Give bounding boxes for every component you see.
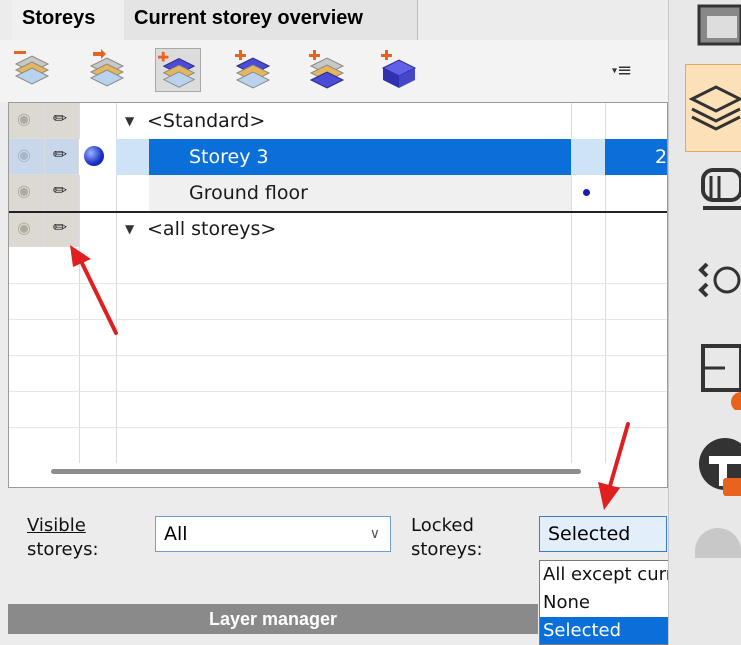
layer-manager-bar[interactable]: Layer manager xyxy=(8,604,538,634)
visible-storeys-value: All xyxy=(164,523,188,545)
selection-icon[interactable] xyxy=(681,250,741,310)
storey-stack-button[interactable] xyxy=(155,48,201,92)
edit-toggle[interactable]: ✏ xyxy=(45,175,79,211)
locked-storeys-select[interactable]: Selected xyxy=(539,516,667,552)
layers-icon[interactable] xyxy=(685,64,741,152)
eye-icon: ◉ xyxy=(17,109,31,128)
pencil-icon: ✏ xyxy=(53,218,68,238)
locked-storeys-value: Selected xyxy=(548,523,631,545)
expand-toggle-icon[interactable]: ▼ xyxy=(125,103,134,139)
annotation-arrow xyxy=(70,245,118,335)
edit-toggle[interactable]: ✏ xyxy=(45,103,79,139)
group-row-all-storeys[interactable]: ◉ ✏ ▼ <all storeys> xyxy=(9,211,667,249)
edit-toggle[interactable]: ✏ xyxy=(45,139,79,175)
add-block-storey-icon xyxy=(381,50,417,88)
remove-storey-icon xyxy=(14,51,50,85)
eye-icon: ◉ xyxy=(17,145,31,164)
tab-storeys[interactable]: Storeys xyxy=(12,0,124,40)
visibility-toggle[interactable]: ◉ xyxy=(9,213,45,247)
storey-stack-icon xyxy=(157,51,196,88)
pencil-icon: ✏ xyxy=(53,109,68,129)
storey-number: 2 xyxy=(655,146,668,168)
storey-name: Ground floor xyxy=(189,182,308,204)
railing-icon[interactable] xyxy=(681,160,741,220)
visible-storeys-label: Visible storeys: xyxy=(27,515,99,560)
add-block-storey-button[interactable] xyxy=(375,48,421,92)
add-storey-below-button[interactable] xyxy=(229,48,275,92)
eye-icon: ◉ xyxy=(17,181,31,200)
menu-icon[interactable]: ▾≡ xyxy=(612,60,632,81)
right-tool-panel xyxy=(668,0,741,645)
locked-storeys-label: Locked storeys: xyxy=(411,515,483,560)
pencil-icon: ✏ xyxy=(53,181,68,201)
partial-icon xyxy=(695,528,741,558)
add-storey-below-icon xyxy=(235,50,271,89)
group-label: <Standard> xyxy=(147,110,266,132)
floor-plan-icon[interactable] xyxy=(681,340,741,412)
window-icon[interactable] xyxy=(681,2,741,62)
tab-current-storey-overview[interactable]: Current storey overview xyxy=(124,0,418,40)
storey-name: Storey 3 xyxy=(189,146,269,168)
group-label: <all storeys> xyxy=(147,218,277,240)
storey-row-storey-3[interactable]: ◉ ✏ Storey 3 2 xyxy=(9,139,668,175)
edit-toggle[interactable]: ✏ xyxy=(45,213,79,247)
insert-storey-above-icon xyxy=(89,49,125,87)
group-row-standard[interactable]: ◉ ✏ ▼ <Standard> xyxy=(9,103,667,139)
pencil-icon: ✏ xyxy=(53,145,68,165)
visibility-toggle[interactable]: ◉ xyxy=(9,103,45,139)
eye-icon: ◉ xyxy=(17,218,31,237)
remove-storey-button[interactable] xyxy=(8,48,54,92)
storey-marker-icon xyxy=(583,189,590,196)
current-storey-icon xyxy=(84,146,104,166)
insert-storey-above-button[interactable] xyxy=(83,48,129,92)
display-filter-icon[interactable] xyxy=(681,430,741,496)
chevron-down-icon: ∨ xyxy=(369,526,380,542)
visibility-toggle[interactable]: ◉ xyxy=(9,139,45,175)
storey-row-ground-floor[interactable]: ◉ ✏ Ground floor xyxy=(9,175,667,211)
expand-toggle-icon[interactable]: ▼ xyxy=(125,211,134,247)
annotation-arrow xyxy=(598,422,630,510)
visibility-toggle[interactable]: ◉ xyxy=(9,175,45,211)
add-storey-button[interactable] xyxy=(303,48,349,92)
horizontal-scrollbar[interactable] xyxy=(51,469,581,474)
storey-toolbar: ▾≡ xyxy=(0,40,668,102)
add-storey-icon xyxy=(309,50,345,89)
visible-storeys-select[interactable]: All ∨ xyxy=(155,516,391,552)
